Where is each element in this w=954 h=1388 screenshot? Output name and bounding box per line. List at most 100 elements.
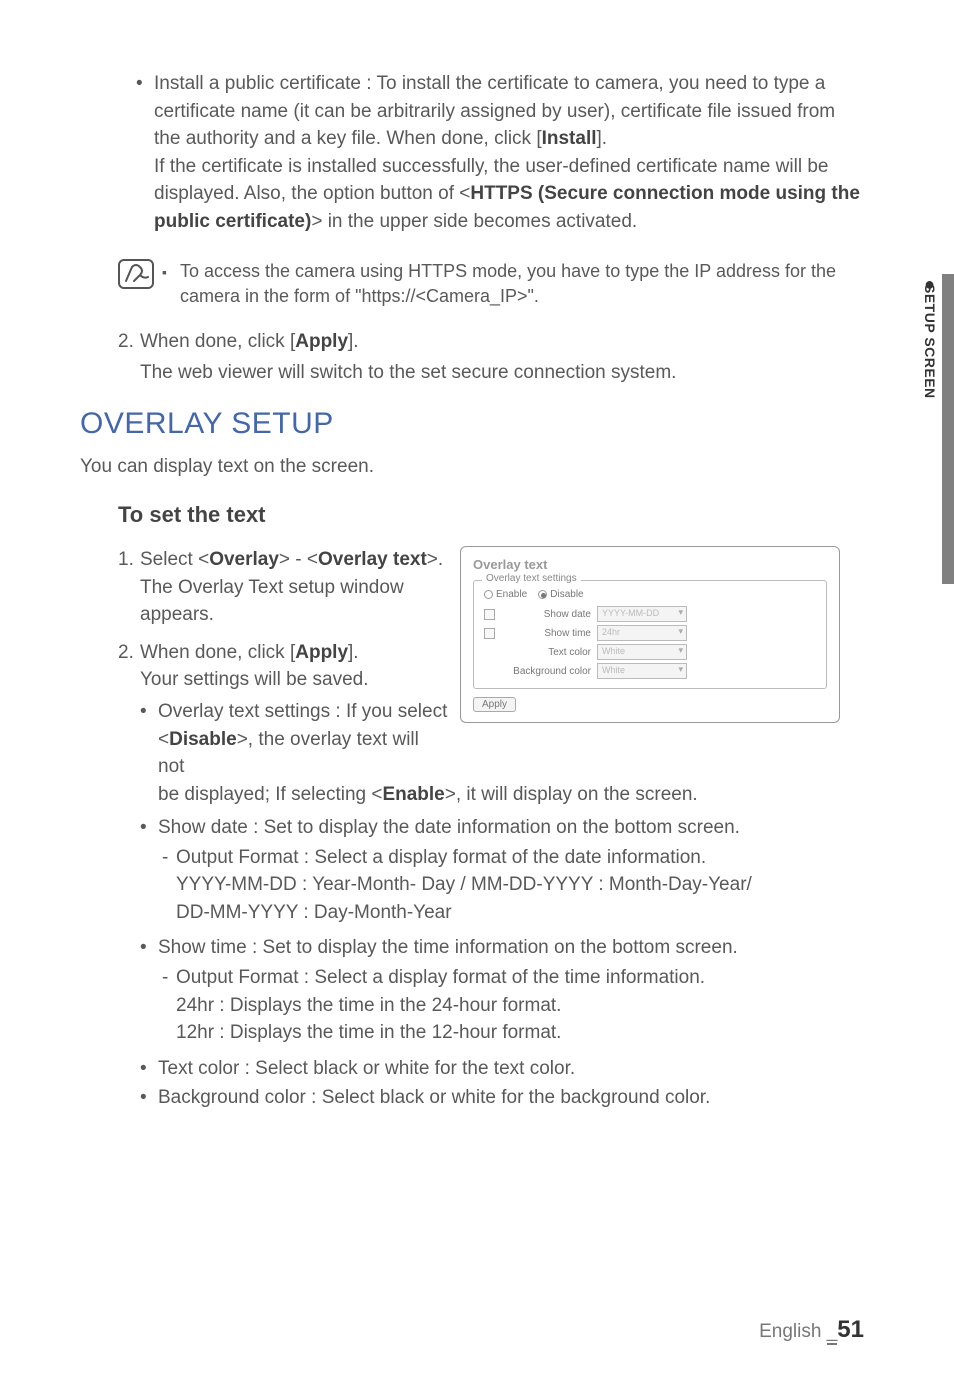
text: Output Format : Select a display format … [176,847,706,868]
apply-button[interactable]: Apply [473,697,516,712]
radio-disable[interactable] [538,590,547,599]
install-cert-text: Install a public certificate : To instal… [154,70,864,235]
bullet-dot: • [140,1084,158,1112]
bullet-dot: • [140,1055,158,1083]
bg-color-select[interactable]: White [597,663,687,679]
dash: - [162,964,176,1047]
step-text: When done, click [Apply]. [140,328,864,356]
bullet-dot: • [140,934,158,962]
show-time-checkbox[interactable] [484,628,495,639]
footer-sep: _ [827,1321,838,1345]
screenshot-title: Overlay text [473,557,827,572]
install-keyword: Install [542,128,597,149]
step-1: 1. Select <Overlay> - <Overlay text>. Th… [118,546,450,629]
text: 24hr : Displays the time in the 24-hour … [176,995,561,1016]
show-date-select[interactable]: YYYY-MM-DD [597,606,687,622]
note-bullet-mark: ▪ [162,259,180,283]
overlay-intro: You can display text on the screen. [80,453,864,481]
footer-lang: English [759,1321,821,1342]
text: 12hr : Displays the time in the 12-hour … [176,1022,561,1043]
text: ]. [348,331,359,352]
side-tab: ● SETUP SCREEN [922,274,954,584]
fieldset-legend: Overlay text settings [482,573,581,584]
show-time-dash: - Output Format : Select a display forma… [162,964,864,1047]
apply-keyword: Apply [295,331,348,352]
show-time-label: Show time [501,628,597,639]
note-row: ▪ To access the camera using HTTPS mode,… [118,259,864,309]
step-2: 2. When done, click [Apply]. Your settin… [118,639,450,694]
text: DD-MM-YYYY : Day-Month-Year [176,902,452,923]
side-tab-bar [942,274,954,584]
enable-disable-row: Enable Disable [484,589,816,600]
bullet-dot: • [140,814,158,842]
bullet-text: Show time : Set to display the time info… [158,934,864,962]
side-tab-label: SETUP SCREEN [922,284,938,399]
text-color-bullet: • Text color : Select black or white for… [140,1055,864,1083]
text: When done, click [ [140,331,295,352]
step-text: Select <Overlay> - <Overlay text>. The O… [140,546,450,629]
bullet-dot: • [140,698,158,781]
bg-color-row: Background color White [484,663,816,679]
apply-kw: Apply [295,642,348,663]
text: > - < [279,549,318,570]
bullet-text: Text color : Select black or white for t… [158,1055,864,1083]
text: > in the upper side becomes activated. [311,211,637,232]
text: >, it will display on the screen. [445,784,698,805]
step-number: 2. [118,328,140,356]
radio-enable[interactable] [484,590,493,599]
dash: - [162,844,176,927]
install-cert-bullet: • Install a public certificate : To inst… [136,70,864,235]
text: Select < [140,549,209,570]
to-set-text-heading: To set the text [118,502,864,528]
overlay-kw: Overlay [209,549,279,570]
footer-page: 51 [837,1316,864,1343]
note-text: To access the camera using HTTPS mode, y… [180,259,864,309]
show-date-label: Show date [501,609,597,620]
step-text: When done, click [Apply]. Your settings … [140,639,450,694]
text-color-select[interactable]: White [597,644,687,660]
text-color-label: Text color [501,647,597,658]
text: When done, click [ [140,642,295,663]
bg-color-label: Background color [501,666,597,677]
step-2-apply: 2. When done, click [Apply]. [118,328,864,356]
text: be displayed; If selecting < [158,784,382,805]
text: Output Format : Select a display format … [176,967,705,988]
bullet-dot: • [136,70,154,235]
show-date-checkbox[interactable] [484,609,495,620]
overlay-text-settings-fieldset: Overlay text settings Enable Disable Sho… [473,580,827,689]
show-date-dash: - Output Format : Select a display forma… [162,844,864,927]
text: YYYY-MM-DD : Year-Month- Day / MM-DD-YYY… [176,874,752,895]
text: Install a public certificate : To instal… [154,73,835,149]
overlay-text-settings-bullet: • Overlay text settings : If you select … [140,698,450,781]
text-color-row: Text color White [484,644,816,660]
bullet-text: Background color : Select black or white… [158,1084,864,1112]
step-1-sub: The Overlay Text setup window appears. [140,577,404,626]
text: ]. [348,642,359,663]
step-2-sub: Your settings will be saved. [140,669,368,690]
show-time-row: Show time 24hr [484,625,816,641]
show-time-select[interactable]: 24hr [597,625,687,641]
radio-disable-label: Disable [550,589,583,600]
show-time-bullet: • Show time : Set to display the time in… [140,934,864,962]
show-date-row: Show date YYYY-MM-DD [484,606,816,622]
enable-kw: Enable [382,784,444,805]
overlay-text-settings-cont: be displayed; If selecting <Enable>, it … [158,781,864,809]
bullet-text: Show date : Set to display the date info… [158,814,864,842]
step-2-subtext: The web viewer will switch to the set se… [140,359,864,387]
show-date-bullet: • Show date : Set to display the date in… [140,814,864,842]
page-footer: English _51 [759,1316,864,1344]
bg-color-bullet: • Background color : Select black or whi… [140,1084,864,1112]
step-number: 2. [118,639,140,694]
radio-enable-label: Enable [496,589,527,600]
text: ]. [597,128,608,149]
overlay-text-screenshot: Overlay text Overlay text settings Enabl… [460,546,840,723]
overlay-text-kw: Overlay text [318,549,427,570]
bullet-text: Overlay text settings : If you select <D… [158,698,450,781]
text: >. [427,549,443,570]
note-icon [118,259,162,294]
disable-kw: Disable [169,729,237,750]
dash-text: Output Format : Select a display format … [176,964,864,1047]
step-number: 1. [118,546,140,629]
dash-text: Output Format : Select a display format … [176,844,864,927]
overlay-setup-heading: OVERLAY SETUP [80,407,864,441]
